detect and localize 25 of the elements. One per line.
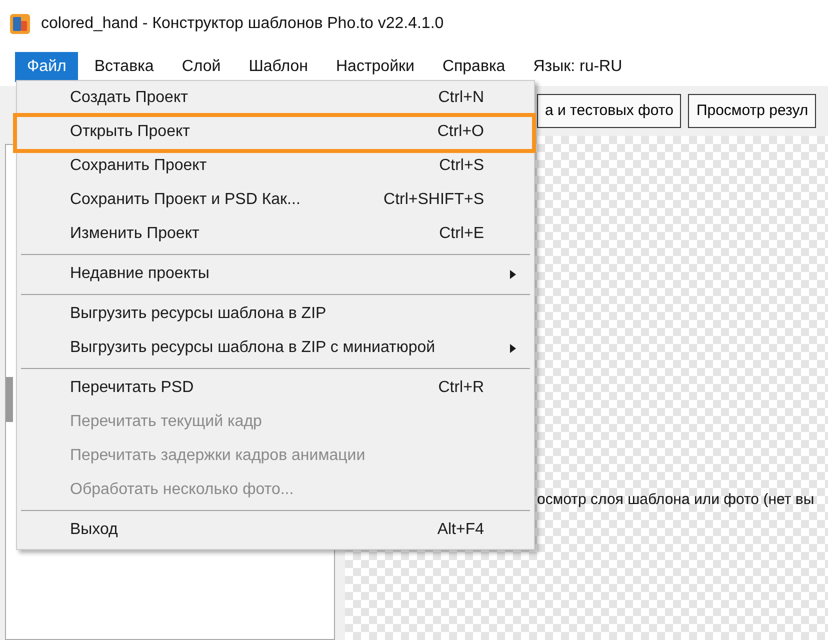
scrollbar [6, 377, 13, 422]
menu-bar-item[interactable]: Вставка [82, 52, 166, 82]
canvas-message: осмотр слоя шаблона или фото (нет вы [537, 491, 814, 508]
menu-item[interactable]: Выход Alt+F4 [17, 513, 534, 547]
menu-item[interactable]: Создать Проект Ctrl+N [17, 81, 534, 115]
submenu-arrow-icon [510, 344, 516, 353]
app-icon [9, 13, 31, 35]
menu-bar-item[interactable]: Язык: ru-RU [521, 52, 634, 82]
menu-item[interactable]: Недавние проекты [17, 257, 534, 291]
menu-item[interactable]: Выгрузить ресурсы шаблона в ZIP [17, 297, 534, 331]
menu-bar-item[interactable]: Шаблон [236, 52, 320, 82]
toolbar-button[interactable]: а и тестовых фото [537, 94, 682, 128]
menu-item[interactable]: Перечитать PSD Ctrl+R [17, 371, 534, 405]
toolbar-button[interactable]: Просмотр резул [688, 94, 816, 128]
menu-bar-item[interactable]: Слой [170, 52, 233, 82]
menu-bar-item[interactable]: Настройки [324, 52, 426, 82]
menu-bar-item[interactable]: Файл [15, 52, 78, 82]
menu-item[interactable]: Сохранить Проект Ctrl+S [17, 149, 534, 183]
menu-item[interactable]: Открыть Проект Ctrl+O [17, 115, 534, 149]
submenu-arrow-icon [510, 270, 516, 279]
menu-item[interactable]: Сохранить Проект и PSD Как... Ctrl+SHIFT+S [17, 183, 534, 217]
menu-item[interactable]: Изменить Проект Ctrl+E [17, 217, 534, 251]
menu-bar-item[interactable]: Справка [430, 52, 518, 82]
window-title: colored_hand - Конструктор шаблонов Pho.to v22.4.1.0 [41, 14, 444, 34]
menu-item[interactable]: Выгрузить ресурсы шаблона в ZIP с миниатюрой [17, 331, 534, 365]
